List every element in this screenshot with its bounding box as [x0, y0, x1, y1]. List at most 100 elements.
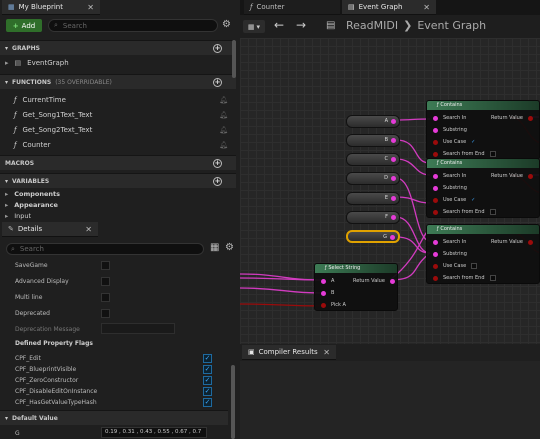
literal-node-c[interactable]: C	[346, 153, 400, 166]
variable-category[interactable]: ▸ Input	[5, 211, 219, 220]
input-pin[interactable]	[321, 290, 326, 296]
add-graph-icon[interactable]: +	[213, 43, 222, 53]
literal-node-b[interactable]: B	[346, 134, 400, 147]
input-pin[interactable]	[433, 115, 438, 121]
chevron-down-icon: ▾	[5, 414, 9, 422]
function-item[interactable]: ƒ Counter 🔔︎	[14, 138, 228, 152]
add-function-icon[interactable]: +	[213, 77, 222, 87]
literal-node-d[interactable]: D	[346, 172, 400, 185]
event-graph-canvas[interactable]: A B C D E F G ƒ Contains Search In Retur…	[240, 38, 540, 344]
gear-icon[interactable]: ⚙	[225, 242, 234, 253]
search-from-end-checkbox[interactable]	[489, 209, 496, 215]
section-macros[interactable]: MACROS +	[0, 155, 236, 170]
function-item[interactable]: ƒ CurrentTime 🔔︎	[14, 93, 228, 107]
flag-checkbox[interactable]: ✓	[203, 365, 212, 374]
close-icon[interactable]: ✕	[423, 3, 430, 12]
search-from-end-checkbox[interactable]	[489, 151, 496, 157]
literal-node-a[interactable]: A	[346, 115, 400, 128]
flag-checkbox[interactable]: ✓	[203, 354, 212, 363]
flag-checkbox[interactable]: ✓	[203, 387, 212, 396]
input-pin[interactable]	[433, 275, 438, 281]
graph-item-eventgraph[interactable]: ▸ ▤ EventGraph	[5, 56, 219, 70]
breadcrumb-root[interactable]: ReadMIDI	[346, 19, 398, 32]
search-from-end-row: Search from End	[433, 209, 496, 215]
function-item[interactable]: ƒ Get_Song2Text_Text 🔔︎	[14, 123, 228, 137]
search-from-end-label: Search from End	[443, 275, 485, 281]
variable-category[interactable]: ▸ Appearance	[5, 200, 219, 210]
input-pin[interactable]	[433, 197, 438, 203]
tab-event-graph[interactable]: ▤ Event Graph ✕	[342, 0, 436, 15]
output-pin[interactable]	[527, 173, 533, 179]
select-a-label: A	[331, 278, 335, 284]
contains-node[interactable]: ƒ Contains Search In Return Value Substr…	[426, 158, 540, 218]
output-pin[interactable]	[391, 176, 396, 181]
input-pin[interactable]	[433, 151, 438, 157]
output-pin[interactable]	[391, 215, 396, 220]
input-pin[interactable]	[433, 139, 438, 145]
deprecation-message-field[interactable]	[101, 323, 175, 334]
select-string-node[interactable]: ƒ Select String A Return Value B Pick A	[314, 263, 398, 311]
tab-counter[interactable]: ƒ Counter	[244, 0, 340, 15]
literal-node-e[interactable]: E	[346, 192, 400, 205]
back-arrow-icon[interactable]: ←	[274, 18, 284, 32]
details-search-input[interactable]: ⌕ Search	[6, 243, 204, 255]
blueprint-search-input[interactable]: ⌕ Search	[48, 19, 218, 32]
close-icon[interactable]: ✕	[85, 225, 92, 234]
use-case-checkbox[interactable]: ✓	[471, 197, 475, 203]
close-icon[interactable]: ✕	[323, 348, 330, 357]
flag-checkbox[interactable]: ✓	[203, 398, 212, 407]
flag-checkbox[interactable]: ✓	[203, 376, 212, 385]
contains-node[interactable]: ƒ Contains Search In Return Value Substr…	[426, 224, 540, 284]
add-variable-icon[interactable]: +	[213, 176, 222, 186]
blueprint-scrollbar[interactable]	[232, 40, 236, 78]
function-item[interactable]: ƒ Get_Song1Text_Text 🔔︎	[14, 108, 228, 122]
literal-node-g[interactable]: G	[346, 230, 400, 243]
input-pin[interactable]	[433, 185, 438, 191]
input-pin[interactable]	[321, 278, 326, 284]
grid-icon[interactable]: ▦	[210, 242, 219, 253]
add-macro-icon[interactable]: +	[213, 158, 222, 168]
gear-icon[interactable]: ⚙	[222, 19, 231, 30]
output-pin[interactable]	[391, 119, 396, 124]
section-functions[interactable]: ▾ FUNCTIONS (35 OVERRIDABLE) +	[0, 74, 236, 89]
output-pin[interactable]	[527, 115, 533, 121]
output-pin[interactable]	[389, 278, 395, 284]
input-pin[interactable]	[433, 239, 438, 245]
use-case-checkbox[interactable]: ✓	[471, 139, 475, 145]
output-pin[interactable]	[527, 239, 533, 245]
contains-node[interactable]: ƒ Contains Search In Return Value Substr…	[426, 100, 540, 160]
input-pin[interactable]	[433, 263, 438, 269]
variable-category[interactable]: ▸ Components	[5, 189, 219, 199]
search-from-end-checkbox[interactable]	[489, 275, 496, 281]
literal-node-f[interactable]: F	[346, 211, 400, 224]
input-pin[interactable]	[433, 127, 438, 133]
section-variables[interactable]: ▾ VARIABLES +	[0, 173, 236, 188]
forward-arrow-icon[interactable]: →	[296, 18, 306, 32]
function-icon: ƒ	[14, 96, 17, 104]
section-graphs[interactable]: ▾ GRAPHS +	[0, 40, 236, 55]
add-button[interactable]: + Add	[6, 19, 42, 32]
section-default-value[interactable]: ▾ Default Value	[0, 410, 228, 425]
close-icon[interactable]: ✕	[87, 3, 94, 12]
tab-my-blueprint[interactable]: ▦ My Blueprint ✕	[2, 0, 100, 15]
g-value-field[interactable]: 0.19 , 0.31 , 0.43 , 0.55 , 0.67 , 0.7	[101, 427, 207, 438]
output-pin[interactable]	[391, 157, 396, 162]
g-label: G	[15, 430, 20, 437]
deprecated-checkbox[interactable]	[101, 309, 110, 318]
function-icon: ƒ	[14, 141, 17, 149]
input-pin[interactable]	[433, 251, 438, 257]
input-pin[interactable]	[433, 173, 438, 179]
savegame-checkbox[interactable]	[101, 261, 110, 270]
input-pin[interactable]	[433, 209, 438, 215]
tab-compiler-results[interactable]: ▣ Compiler Results ✕	[242, 345, 336, 360]
advanced-display-checkbox[interactable]	[101, 277, 110, 286]
tab-details[interactable]: ✎ Details ✕	[2, 222, 98, 237]
output-pin[interactable]	[390, 235, 395, 240]
graph-menu-dropdown[interactable]: ▦ ▾	[243, 20, 265, 33]
multi-line-checkbox[interactable]	[101, 293, 110, 302]
input-pin[interactable]	[321, 302, 326, 308]
details-scrollbar[interactable]	[231, 365, 235, 439]
output-pin[interactable]	[391, 196, 396, 201]
output-pin[interactable]	[391, 138, 396, 143]
use-case-checkbox[interactable]	[471, 263, 478, 269]
